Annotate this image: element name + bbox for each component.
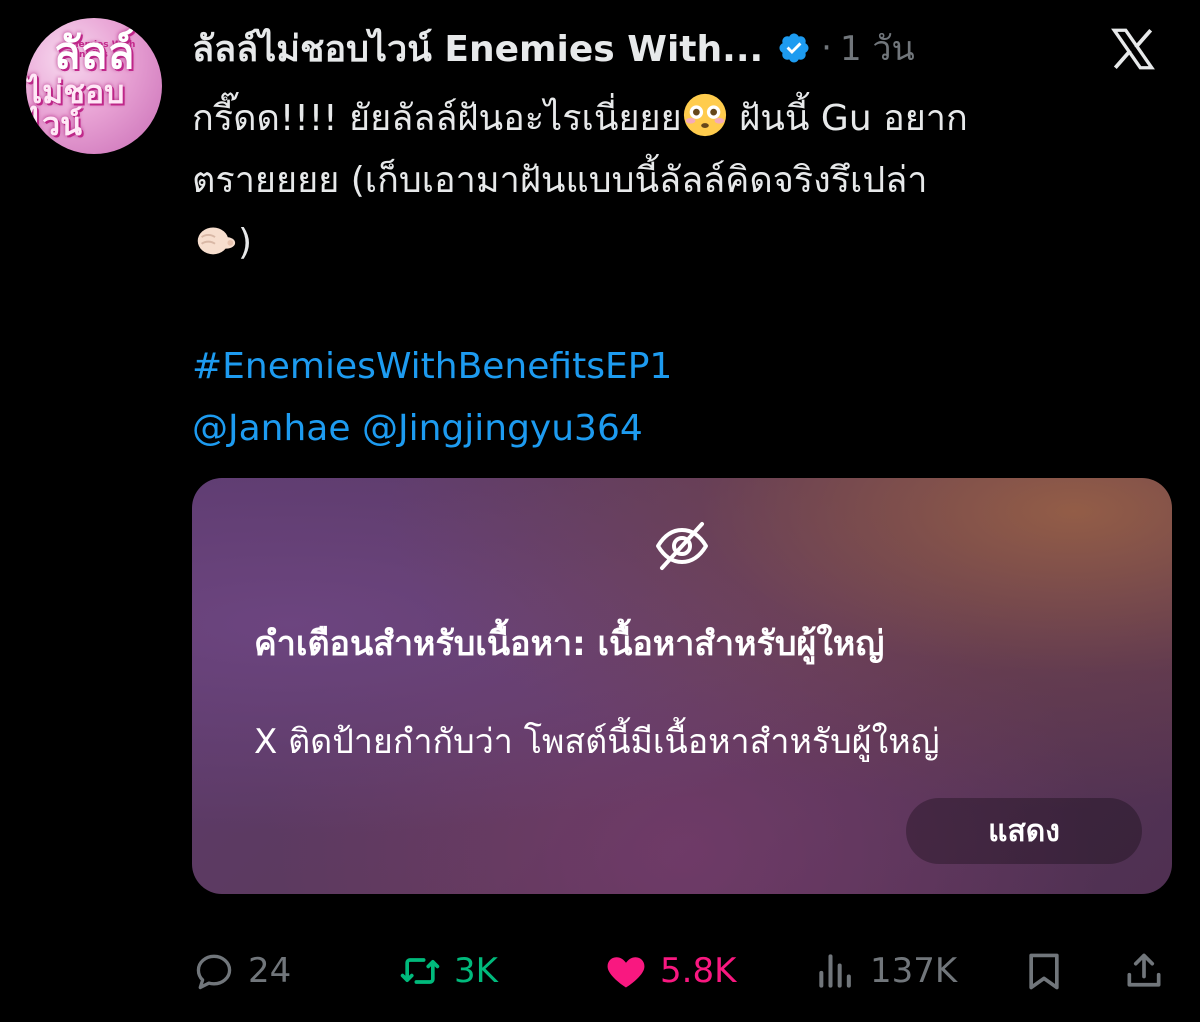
hashtag-link[interactable]: #EnemiesWithBenefitsEP1	[192, 336, 1172, 398]
share-icon	[1127, 953, 1161, 987]
tweet-text-blank	[192, 274, 1172, 336]
flushed-face-emoji-icon	[683, 93, 726, 137]
display-name[interactable]: ลัลล์ไม่ชอบไวน์ Enemies With...	[192, 20, 763, 77]
tweet-text-line-3: )	[192, 212, 1172, 274]
tweet-header: ลัลล์ไม่ชอบไวน์ Enemies With... · 1 วัน	[192, 18, 1170, 78]
separator-dot: ·	[821, 28, 832, 68]
heart-icon	[607, 957, 645, 988]
tweet-text: กรี๊ดด!!!! ยัยลัลล์ฝันอะไรเนี่ยยย ฝันนี้…	[192, 88, 1172, 460]
show-content-button[interactable]: แสดง	[906, 798, 1142, 864]
bookmark-button[interactable]	[1022, 938, 1066, 1004]
content-warning-description: X ติดป้ายกำกับว่า โพสต์นี้มีเนื้อหาสำหรั…	[254, 722, 940, 762]
eye-slash-icon	[656, 522, 708, 570]
share-button[interactable]	[1122, 938, 1166, 1004]
action-bar: 24 3K 5.8K 137K	[192, 938, 1172, 1004]
tweet-text-segment: ฝันนี้ Gu อยาก	[727, 98, 968, 139]
mentions-link[interactable]: @Janhae @Jingjingyu364	[192, 398, 1172, 460]
x-logo-icon[interactable]	[1108, 24, 1158, 74]
views-count: 137K	[870, 951, 958, 991]
tweet-text-line-2: ตรายยยย (เก็บเอามาฝันแบบนี้ลัลล์คิดจริงร…	[192, 160, 928, 201]
views-button[interactable]: 137K	[814, 938, 957, 1004]
reply-button[interactable]: 24	[192, 938, 291, 1004]
tweet-text-line-1: กรี๊ดด!!!! ยัยลัลล์ฝันอะไรเนี่ยยย ฝันนี้…	[192, 88, 1172, 150]
timestamp[interactable]: 1 วัน	[840, 21, 915, 75]
views-icon	[819, 954, 851, 988]
content-warning-card: คำเตือนสำหรับเนื้อหา: เนื้อหาสำหรับผู้ให…	[192, 478, 1172, 894]
avatar-line1: ลัลล์	[53, 28, 135, 79]
backhand-pointing-emoji-icon	[197, 227, 236, 255]
tweet-text-segment: )	[238, 222, 253, 263]
repost-count: 3K	[454, 951, 498, 991]
repost-button[interactable]: 3K	[398, 938, 498, 1004]
reply-count: 24	[248, 951, 292, 991]
avatar[interactable]: Enemies With Benefits ลัลล์ ไม่ชอบไวน์	[26, 18, 162, 154]
like-button[interactable]: 5.8K	[604, 938, 736, 1004]
like-count: 5.8K	[660, 951, 737, 991]
avatar-line2: ไม่ชอบไวน์	[26, 73, 125, 143]
bookmark-icon	[1029, 953, 1059, 990]
verified-badge-icon	[779, 33, 809, 63]
tweet-text-segment: กรี๊ดด!!!! ยัยลัลล์ฝันอะไรเนี่ยยย	[192, 98, 682, 139]
reply-icon	[196, 954, 232, 990]
repost-icon	[400, 958, 440, 984]
content-warning-title: คำเตือนสำหรับเนื้อหา: เนื้อหาสำหรับผู้ให…	[254, 624, 885, 664]
